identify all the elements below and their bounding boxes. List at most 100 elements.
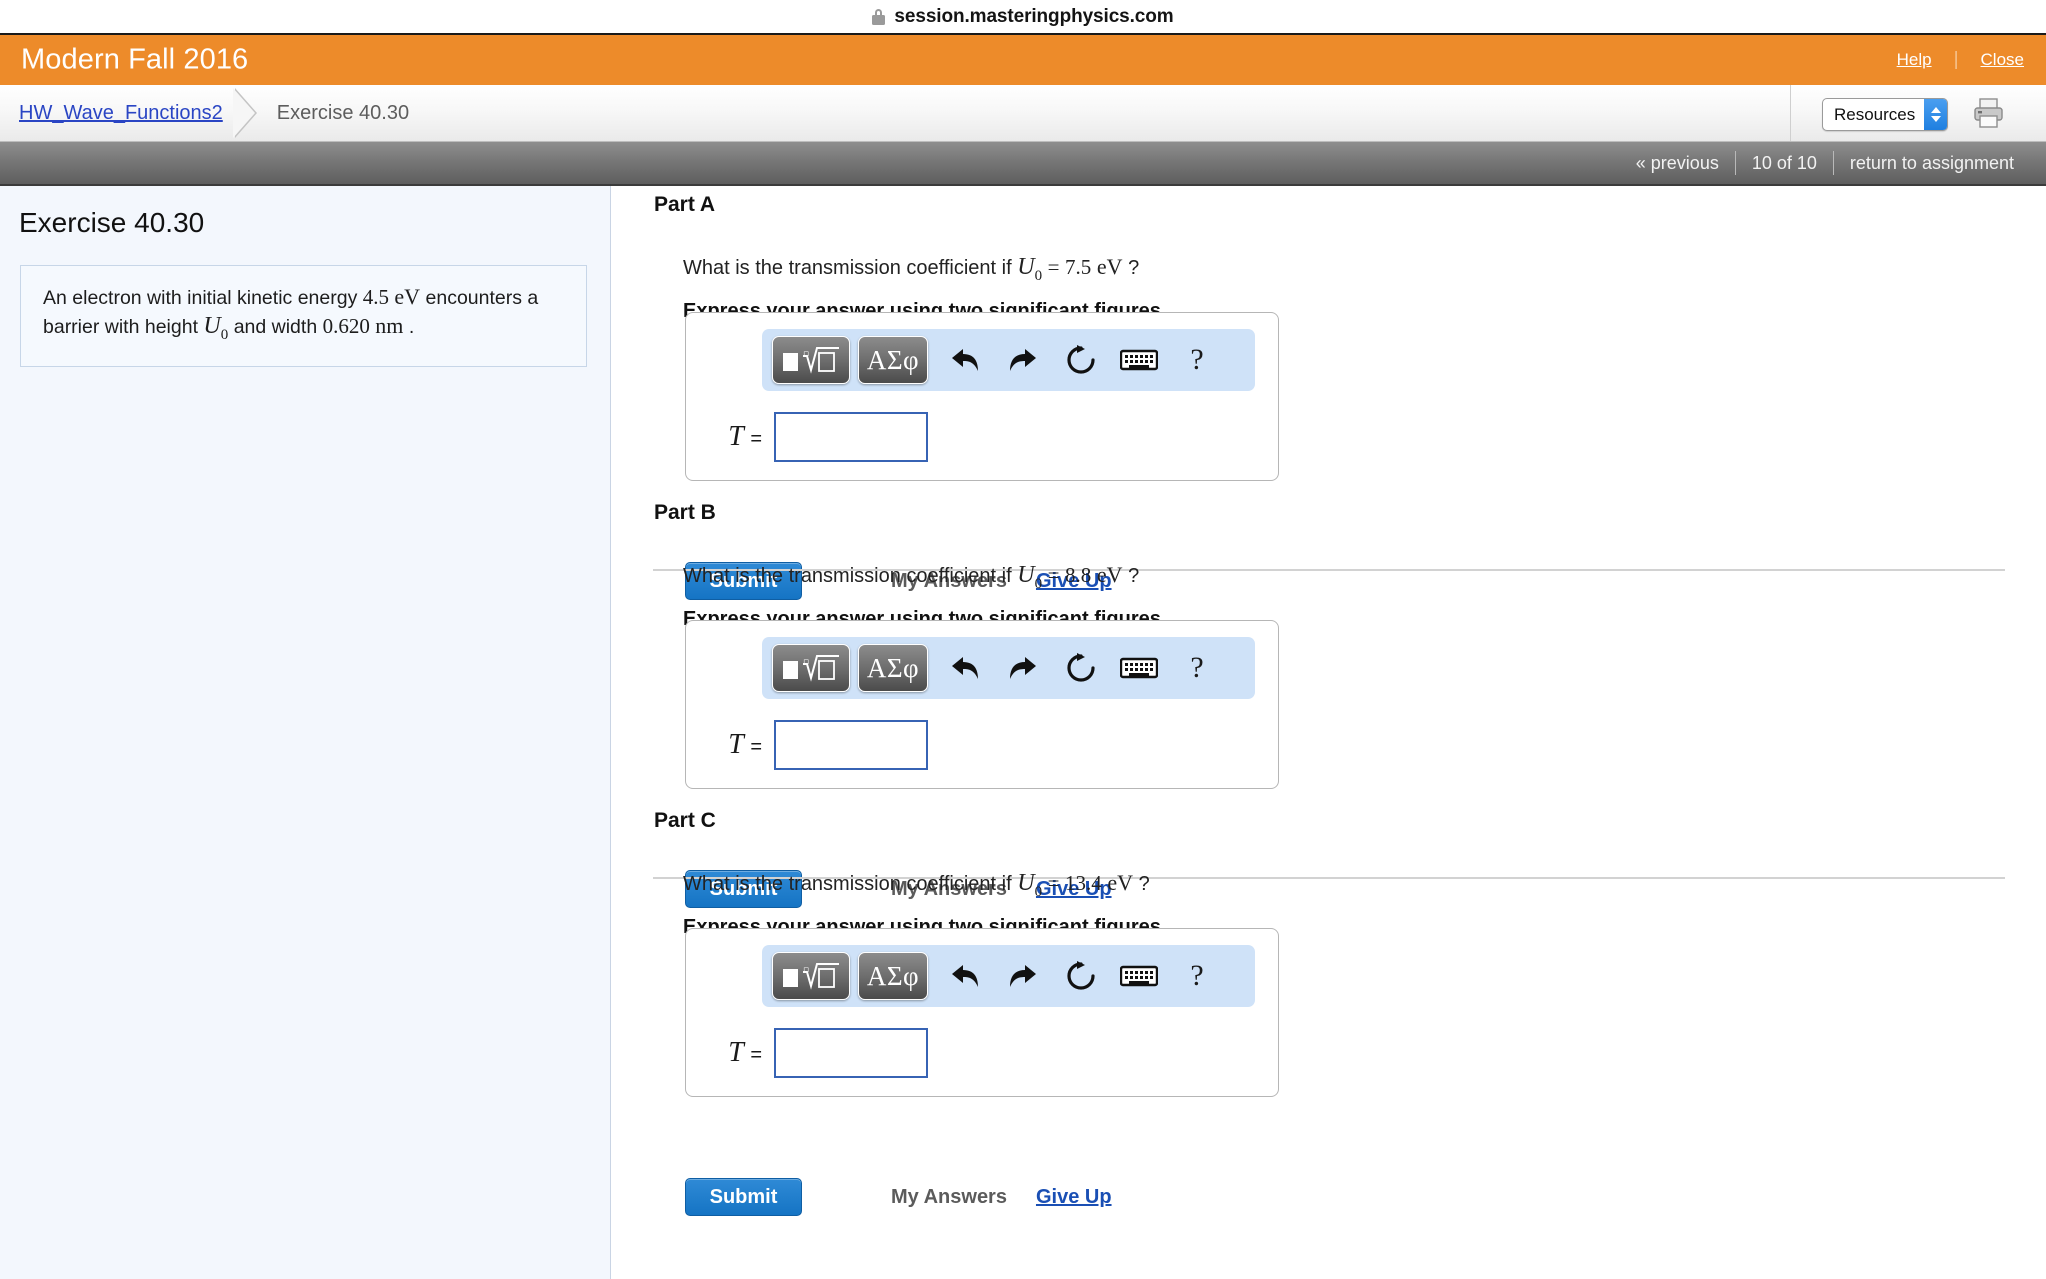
answer-row: T =: [686, 412, 1278, 462]
url-text: session.masteringphysics.com: [894, 5, 1174, 27]
course-banner: Modern Fall 2016 Help | Close: [0, 35, 2046, 85]
greek-symbols-button[interactable]: ΑΣφ: [858, 336, 928, 384]
undo-button[interactable]: [936, 644, 994, 692]
question-barrier-symbol: U0: [1017, 562, 1043, 592]
breadcrumb-bar: HW_Wave_Functions2 Exercise 40.30 Resour…: [0, 85, 2046, 142]
redo-button[interactable]: [994, 644, 1052, 692]
banner-links: Help | Close: [1875, 49, 2024, 71]
part-question: What is the transmission coefficient if …: [654, 254, 1139, 285]
question-prefix: What is the transmission coefficient if: [683, 565, 1012, 587]
question-suffix: ?: [1128, 257, 1140, 279]
give-up-link[interactable]: Give Up: [1036, 1186, 1112, 1209]
question-suffix: ?: [1128, 565, 1140, 587]
keyboard-icon: [1120, 657, 1158, 679]
reset-button[interactable]: [1052, 952, 1110, 1000]
breadcrumb: HW_Wave_Functions2 Exercise 40.30: [19, 85, 409, 141]
part-actions: Submit My Answers Give Up: [685, 1178, 1112, 1216]
keyboard-icon: [1120, 965, 1158, 987]
answer-card: ▫ ΑΣφ ? T =: [685, 312, 1279, 481]
math-template-button[interactable]: ▫: [772, 952, 850, 1000]
question-prefix: What is the transmission coefficient if: [683, 257, 1012, 279]
answer-label: T =: [728, 1037, 762, 1068]
resources-label: Resources: [1834, 104, 1916, 124]
question-barrier-symbol: U0: [1017, 870, 1043, 900]
problem-line2-end: .: [408, 316, 415, 338]
redo-icon: [1010, 657, 1036, 679]
answer-label: T =: [728, 729, 762, 760]
course-title: Modern Fall 2016: [21, 43, 249, 76]
answer-row: T =: [686, 720, 1278, 770]
question-equals: =: [1047, 871, 1060, 895]
exercise-nav-bar: « previous 10 of 10 return to assignment: [0, 142, 2046, 186]
math-help-button[interactable]: ?: [1168, 952, 1226, 1000]
problem-width-unit: nm: [375, 313, 404, 338]
answer-input-part-b[interactable]: [774, 720, 928, 770]
part-question: What is the transmission coefficient if …: [654, 562, 1139, 593]
problem-barrier-height-symbol: U0: [203, 313, 229, 343]
reset-icon: [1067, 961, 1095, 990]
redo-icon: [1010, 349, 1036, 371]
answer-input-part-c[interactable]: [774, 1028, 928, 1078]
close-link[interactable]: Close: [1959, 50, 2024, 70]
reset-icon: [1067, 653, 1095, 682]
redo-button[interactable]: [994, 336, 1052, 384]
question-unit: eV: [1096, 562, 1123, 587]
math-help-button[interactable]: ?: [1168, 644, 1226, 692]
lock-icon: [872, 8, 886, 25]
math-template-button[interactable]: ▫: [772, 644, 850, 692]
part-title: Part A: [654, 193, 716, 216]
answer-label: T =: [728, 421, 762, 452]
math-help-label: ?: [1190, 343, 1204, 376]
keyboard-button[interactable]: [1110, 644, 1168, 692]
undo-icon: [952, 965, 978, 987]
problem-statement-box: An electron with initial kinetic energy …: [20, 265, 587, 367]
answer-card: ▫ ΑΣφ ? T =: [685, 620, 1279, 789]
math-toolbar: ▫ ΑΣφ ?: [762, 945, 1255, 1007]
sqrt-template-icon: ▫: [783, 655, 839, 682]
browser-url-bar: session.masteringphysics.com: [0, 0, 2046, 35]
part-title: Part B: [654, 501, 716, 524]
question-unit: eV: [1107, 870, 1133, 895]
redo-icon: [1010, 965, 1036, 987]
resources-dropdown[interactable]: Resources: [1822, 98, 1949, 131]
greek-symbols-button[interactable]: ΑΣφ: [858, 644, 928, 692]
undo-icon: [952, 349, 978, 371]
printer-icon: [1974, 98, 2003, 128]
help-link[interactable]: Help: [1875, 50, 1954, 70]
keyboard-button[interactable]: [1110, 952, 1168, 1000]
part-question: What is the transmission coefficient if …: [654, 870, 1150, 901]
greek-symbols-button[interactable]: ΑΣφ: [858, 952, 928, 1000]
math-toolbar: ▫ ΑΣφ ?: [762, 637, 1255, 699]
reset-button[interactable]: [1052, 336, 1110, 384]
breadcrumb-assignment-link[interactable]: HW_Wave_Functions2: [19, 102, 223, 125]
reset-button[interactable]: [1052, 644, 1110, 692]
page-root: session.masteringphysics.com Modern Fall…: [0, 0, 2046, 1279]
keyboard-button[interactable]: [1110, 336, 1168, 384]
url-display[interactable]: session.masteringphysics.com: [872, 5, 1174, 28]
sqrt-template-icon: ▫: [783, 963, 839, 990]
exercise-sidebar: Exercise 40.30 An electron with initial …: [0, 186, 611, 1279]
problem-line1-b: encounters: [425, 287, 522, 309]
breadcrumb-current: Exercise 40.30: [276, 101, 410, 124]
math-template-button[interactable]: ▫: [772, 336, 850, 384]
previous-link[interactable]: « previous: [1620, 153, 1735, 174]
undo-button[interactable]: [936, 336, 994, 384]
question-value: 13.4: [1065, 871, 1102, 895]
sqrt-template-icon: ▫: [783, 347, 839, 374]
return-to-assignment-link[interactable]: return to assignment: [1834, 153, 2030, 174]
answer-input-part-a[interactable]: [774, 412, 928, 462]
page-title: Exercise 40.30: [19, 207, 205, 238]
question-value: 8.8: [1065, 563, 1092, 587]
print-button[interactable]: [1972, 97, 2006, 129]
question-prefix: What is the transmission coefficient if: [683, 873, 1012, 895]
answer-card: ▫ ΑΣφ ? T =: [685, 928, 1279, 1097]
my-answers-link[interactable]: My Answers: [891, 1186, 1007, 1209]
redo-button[interactable]: [994, 952, 1052, 1000]
undo-button[interactable]: [936, 952, 994, 1000]
submit-button[interactable]: Submit: [685, 1178, 802, 1216]
exercise-main-content: Part A What is the transmission coeffici…: [612, 186, 2046, 1279]
math-help-button[interactable]: ?: [1168, 336, 1226, 384]
keyboard-icon: [1120, 349, 1158, 371]
page-indicator: 10 of 10: [1751, 152, 1817, 173]
math-help-label: ?: [1190, 959, 1204, 992]
